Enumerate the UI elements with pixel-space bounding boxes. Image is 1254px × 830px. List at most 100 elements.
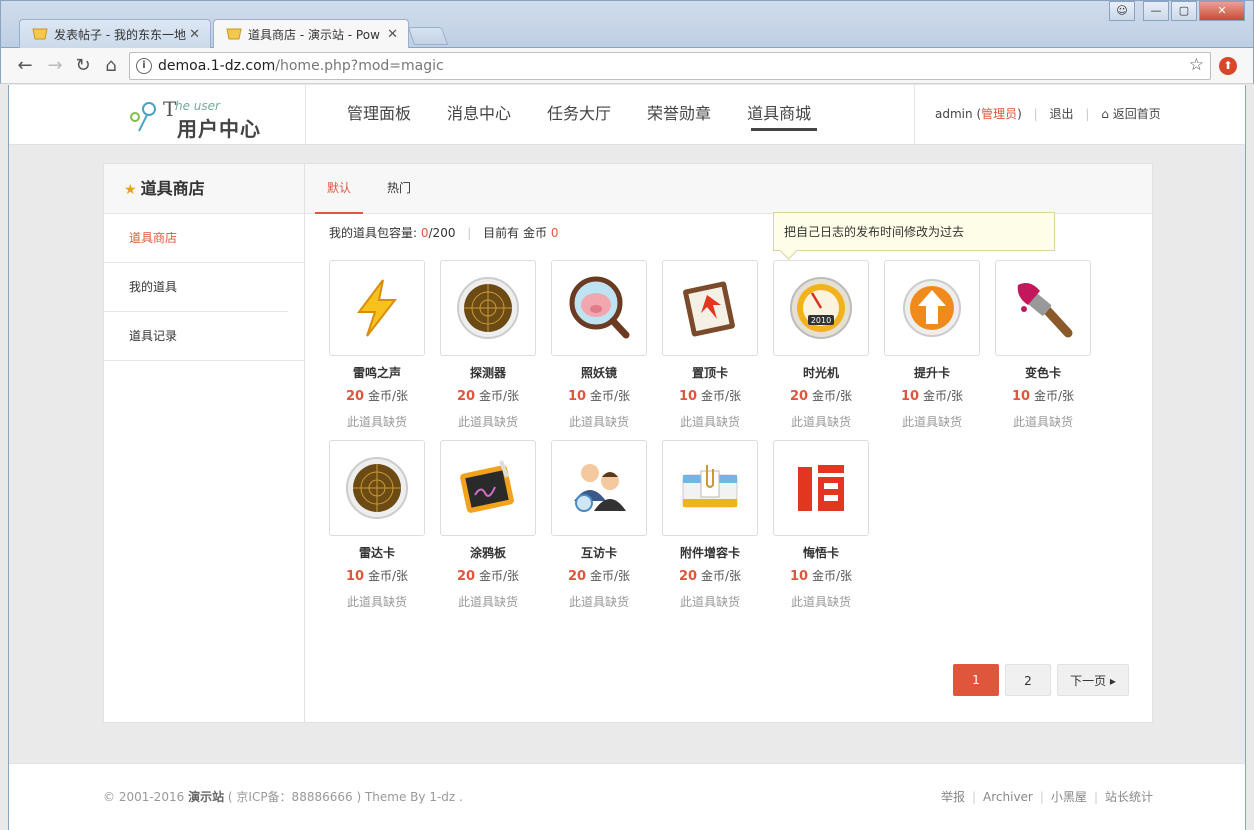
tab-default[interactable]: 默认 [315, 164, 364, 214]
item-price: 10 金币/张 [773, 567, 869, 584]
home-link[interactable]: 返回首页 [1113, 107, 1161, 121]
footer-link-blacklist[interactable]: 小黑屋 [1051, 790, 1087, 804]
sticky-card-icon[interactable] [662, 260, 758, 356]
nav-magic-mall[interactable]: 道具商城 [729, 85, 829, 145]
up-arrow-icon[interactable] [884, 260, 980, 356]
divider: | [1093, 790, 1098, 804]
nav-tasks[interactable]: 任务大厅 [529, 85, 629, 145]
radar-icon[interactable] [440, 260, 536, 356]
graffiti-board-icon[interactable] [440, 440, 536, 536]
item-price: 20 金币/张 [329, 387, 425, 404]
forward-icon[interactable]: → [43, 54, 67, 78]
url-host: demoa.1-dz.com [158, 58, 276, 74]
tab-close-icon[interactable]: ✕ [387, 20, 398, 50]
shop-item[interactable]: 2010 时光机 20 金币/张 此道具缺货 [773, 260, 869, 430]
sidebar-item-records[interactable]: 道具记录 [104, 312, 304, 361]
home-icon[interactable]: ⌂ [99, 54, 123, 78]
reload-icon[interactable]: ↻ [71, 54, 95, 78]
shop-item[interactable]: 置顶卡 10 金币/张 此道具缺货 [662, 260, 758, 430]
sidebar-title: ★ 道具商店 [104, 164, 304, 214]
tab-close-icon[interactable]: ✕ [189, 20, 200, 50]
shop-item[interactable]: 附件增容卡 20 金币/张 此道具缺货 [662, 440, 758, 610]
icp-link[interactable]: ( 京ICP备：88886666 ) [228, 790, 361, 804]
footer-link-archiver[interactable]: Archiver [983, 790, 1033, 804]
header-divider [914, 85, 915, 145]
stock-status: 此道具缺货 [457, 415, 518, 429]
item-price: 10 金币/张 [551, 387, 647, 404]
price-value: 20 [790, 389, 809, 404]
shop-item[interactable]: 变色卡 10 金币/张 此道具缺货 [995, 260, 1091, 430]
url-text[interactable]: demoa.1-dz.com/home.php?mod=magic [158, 53, 444, 79]
main-nav: 管理面板 消息中心 任务大厅 荣誉勋章 道具商城 [329, 85, 829, 145]
home-link-icon: ⌂ [1101, 107, 1109, 121]
item-name: 探测器 [469, 366, 506, 380]
visit-users-icon[interactable] [551, 440, 647, 536]
theme-credit: Theme By 1-dz . [364, 790, 463, 804]
price-unit: 金币/张 [367, 389, 408, 403]
browser-titlebar: 发表帖子 - 我的东东一地 ✕ 道具商店 - 演示站 - Pow ✕ ☺ — ▢… [0, 0, 1254, 49]
lightning-icon[interactable] [329, 260, 425, 356]
item-price: 10 金币/张 [884, 387, 980, 404]
shop-item[interactable]: 提升卡 10 金币/张 此道具缺货 [884, 260, 980, 430]
price-unit: 金币/张 [1033, 389, 1074, 403]
user-links: admin (管理员) | 退出 | ⌂ 返回首页 [935, 85, 1161, 145]
new-tab-button[interactable] [407, 27, 449, 45]
item-price: 10 金币/张 [662, 387, 758, 404]
maximize-button[interactable]: ▢ [1171, 1, 1197, 21]
role-link[interactable]: 管理员 [981, 107, 1017, 121]
bookmark-star-icon[interactable]: ☆ [1189, 55, 1204, 75]
page-2-button[interactable]: 2 [1005, 664, 1051, 696]
profile-icon[interactable]: ☺ [1109, 1, 1135, 21]
minimize-button[interactable]: — [1143, 1, 1169, 21]
shop-item[interactable]: 探测器 20 金币/张 此道具缺货 [440, 260, 536, 430]
sidebar-item-my-items[interactable]: 我的道具 [104, 263, 288, 312]
sidebar-item-shop[interactable]: 道具商店 [104, 214, 304, 263]
attachment-icon[interactable] [662, 440, 758, 536]
tab-hot[interactable]: 热门 [387, 164, 411, 214]
nav-dashboard[interactable]: 管理面板 [329, 85, 429, 145]
site-footer: © 2001-2016 演示站 ( 京ICP备：88886666 ) Theme… [9, 763, 1245, 830]
footer-link-stats[interactable]: 站长统计 [1105, 790, 1153, 804]
back-icon[interactable]: ← [13, 54, 37, 78]
radar-icon[interactable] [329, 440, 425, 536]
extension-icon[interactable]: ⬆ [1219, 57, 1237, 75]
divider: | [1085, 107, 1090, 121]
repent-icon[interactable] [773, 440, 869, 536]
capacity-value: 0 [420, 226, 429, 240]
logout-link[interactable]: 退出 [1050, 107, 1074, 121]
site-name-link[interactable]: 演示站 [188, 790, 224, 804]
sidebar-title-text: 道具商店 [140, 179, 205, 198]
item-name: 时光机 [802, 366, 839, 380]
browser-tab[interactable]: 发表帖子 - 我的东东一地 ✕ [19, 19, 211, 49]
address-bar[interactable]: i demoa.1-dz.com/home.php?mod=magic ☆ [129, 52, 1211, 80]
coins-label: 目前有 金币 [483, 226, 547, 240]
window-close-button[interactable]: ✕ [1199, 1, 1245, 21]
shop-item[interactable]: 雷达卡 10 金币/张 此道具缺货 [329, 440, 425, 610]
shop-item[interactable]: 雷鸣之声 20 金币/张 此道具缺货 [329, 260, 425, 430]
item-name: 互访卡 [580, 546, 617, 560]
username-link[interactable]: admin [935, 107, 973, 121]
logo[interactable]: T he user 用户中心 [127, 95, 277, 141]
stock-status: 此道具缺货 [568, 415, 629, 429]
browser-tab-active[interactable]: 道具商店 - 演示站 - Pow ✕ [213, 19, 409, 49]
shop-item[interactable]: 悔悟卡 10 金币/张 此道具缺货 [773, 440, 869, 610]
time-machine-icon[interactable]: 2010 [773, 260, 869, 356]
next-page-button[interactable]: 下一页 ▸ [1057, 664, 1129, 696]
footer-link-report[interactable]: 举报 [941, 790, 965, 804]
price-unit: 金币/张 [478, 389, 519, 403]
paint-brush-icon[interactable] [995, 260, 1091, 356]
shop-item[interactable]: 互访卡 20 金币/张 此道具缺货 [551, 440, 647, 610]
logo-subtext: he user [175, 99, 220, 113]
nav-messages[interactable]: 消息中心 [429, 85, 529, 145]
page-1-button[interactable]: 1 [953, 664, 999, 696]
info-icon[interactable]: i [136, 58, 152, 74]
shop-item[interactable]: 涂鸦板 20 金币/张 此道具缺货 [440, 440, 536, 610]
price-value: 10 [568, 389, 587, 404]
nav-medals[interactable]: 荣誉勋章 [629, 85, 729, 145]
star-icon: ★ [124, 182, 137, 198]
item-name: 悔悟卡 [802, 546, 839, 560]
divider: | [971, 790, 977, 804]
price-value: 20 [568, 569, 587, 584]
magnifier-pig-icon[interactable] [551, 260, 647, 356]
shop-item[interactable]: 照妖镜 10 金币/张 此道具缺货 [551, 260, 647, 430]
